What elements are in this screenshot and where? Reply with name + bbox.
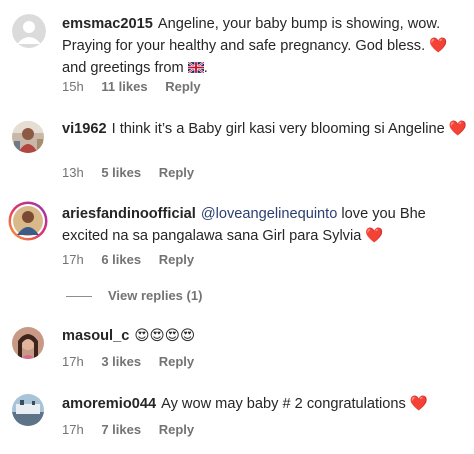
username[interactable]: emsmac2015 — [62, 16, 153, 32]
comment-text: masoul_c 😍😍😍😍 — [62, 325, 468, 347]
likes-count[interactable]: 3 likes — [101, 354, 141, 369]
comment-meta: 13h 5 likes Reply — [62, 165, 208, 180]
reply-button[interactable]: Reply — [159, 422, 194, 437]
comment-meta: 17h 3 likes Reply — [62, 354, 208, 369]
comment-body: I think it’s a Baby girl kasi very bloom… — [111, 121, 445, 137]
likes-count[interactable]: 6 likes — [101, 252, 141, 267]
comment-meta: 17h 7 likes Reply — [62, 422, 208, 437]
heart-emoji-icon: ❤️ — [448, 121, 467, 137]
likes-count[interactable]: 5 likes — [101, 165, 141, 180]
view-replies-label: View replies (1) — [108, 288, 203, 303]
comment-meta: 15h 11 likes Reply — [62, 79, 215, 94]
emoji-hearteyes-icon: 😍😍😍😍 — [134, 328, 196, 344]
comment-meta: 17h 6 likes Reply — [62, 252, 208, 267]
heart-emoji-icon: ❤️ — [429, 38, 448, 54]
avatar-vi1962[interactable] — [12, 121, 44, 153]
heart-emoji-icon: ❤️ — [409, 396, 429, 412]
likes-count[interactable]: 11 likes — [101, 79, 147, 94]
avatar-emsmac2015[interactable] — [12, 14, 46, 48]
username[interactable]: vi1962 — [62, 121, 107, 137]
timestamp: 15h — [62, 79, 84, 94]
timestamp: 13h — [62, 165, 84, 180]
view-replies-divider — [66, 296, 92, 298]
uk-flag-icon — [187, 62, 204, 73]
mention-link[interactable]: @loveangelinequinto — [201, 206, 338, 222]
timestamp: 17h — [62, 252, 84, 267]
comment-text: amoremio044 Ay wow may baby # 2 congratul… — [62, 393, 468, 415]
username[interactable]: amoremio044 — [62, 396, 156, 412]
timestamp: 17h — [62, 422, 84, 437]
avatar-masoul_c[interactable] — [12, 327, 44, 359]
username[interactable]: ariesfandinoofficial — [62, 206, 196, 222]
comment-text: ariesfandinoofficial @loveangelinequinto … — [62, 203, 468, 247]
reply-button[interactable]: Reply — [159, 165, 194, 180]
username[interactable]: masoul_c — [62, 328, 129, 344]
comment-body-continued: and greetings from — [62, 60, 184, 76]
comment-text: vi1962 I think it’s a Baby girl kasi very… — [62, 118, 468, 140]
view-replies-button[interactable]: View replies (1) — [66, 288, 202, 303]
likes-count[interactable]: 7 likes — [101, 422, 141, 437]
reply-button[interactable]: Reply — [165, 79, 200, 94]
reply-button[interactable]: Reply — [159, 252, 194, 267]
trailing-period: . — [203, 60, 208, 76]
comment-text: emsmac2015 Angeline, your baby bump is sh… — [62, 13, 468, 79]
reply-button[interactable]: Reply — [159, 354, 194, 369]
heart-emoji-icon: ❤️ — [365, 228, 384, 244]
avatar-amoremio044[interactable] — [12, 394, 44, 426]
timestamp: 17h — [62, 354, 84, 369]
avatar-ariesfandinoofficial[interactable] — [8, 201, 48, 241]
comment-body: Ay wow may baby # 2 congratulations — [161, 396, 406, 412]
